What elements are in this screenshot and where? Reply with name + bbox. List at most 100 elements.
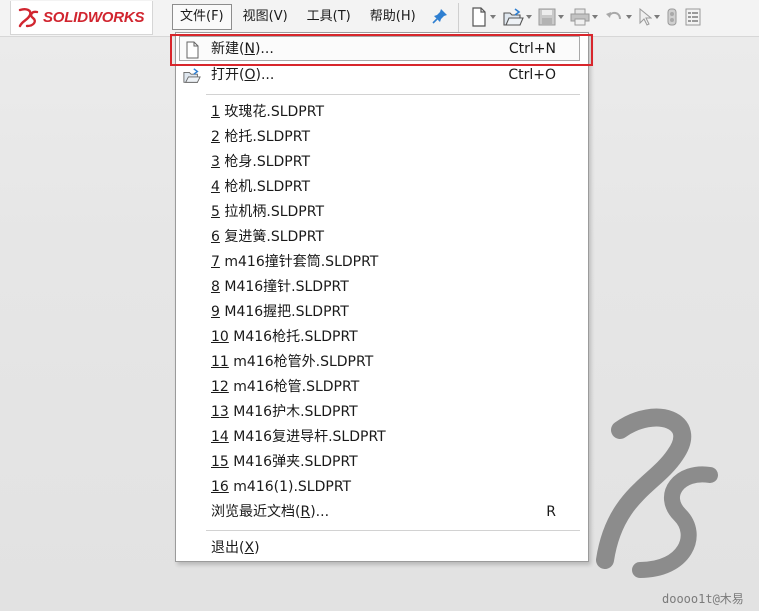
recent-file-label: 3 枪身.SLDPRT (211, 150, 310, 175)
recent-file-number: 5 (211, 204, 220, 220)
new-mnemonic: N (244, 41, 255, 57)
chevron-down-icon[interactable] (592, 15, 598, 19)
recent-file-number: 11 (211, 354, 229, 370)
chevron-down-icon[interactable] (558, 15, 564, 19)
recent-file-number: 7 (211, 254, 220, 270)
chevron-down-icon[interactable] (654, 15, 660, 19)
recent-file-number: 3 (211, 154, 220, 170)
file-menu-dropdown: 新建(N)... Ctrl+N 打开(O)... Ctrl+O 1 玫瑰花.SL… (175, 32, 589, 562)
recent-file-label: 10 M416枪托.SLDPRT (211, 325, 358, 350)
recent-file-item[interactable]: 2 枪托.SLDPRT (176, 125, 588, 150)
exit-text: 退出( (211, 540, 245, 556)
recent-file-name: 复进簧.SLDPRT (219, 229, 324, 245)
open-button[interactable] (502, 7, 532, 27)
menu-item-new-label: 新建(N)... (211, 37, 274, 62)
recent-file-name: M416握把.SLDPRT (219, 304, 349, 320)
exit-label: 退出(X) (211, 536, 260, 561)
recent-file-label: 1 玫瑰花.SLDPRT (211, 100, 324, 125)
menu-bar: 文件(F) 视图(V) 工具(T) 帮助(H) (172, 4, 427, 30)
chevron-down-icon[interactable] (526, 15, 532, 19)
recent-file-number: 12 (211, 379, 229, 395)
menu-item-new[interactable]: 新建(N)... Ctrl+N (176, 37, 588, 62)
menu-item-open-label: 打开(O)... (211, 63, 274, 88)
chevron-down-icon[interactable] (490, 15, 496, 19)
solidworks-logo[interactable]: SOLIDWORKS (10, 1, 153, 35)
recent-file-item[interactable]: 3 枪身.SLDPRT (176, 150, 588, 175)
new-label-text: 新建( (211, 41, 245, 57)
recent-file-item[interactable]: 4 枪机.SLDPRT (176, 175, 588, 200)
recent-file-label: 5 拉机柄.SLDPRT (211, 200, 324, 225)
new-document-icon (186, 41, 199, 59)
recent-file-name: m416枪管外.SLDPRT (228, 354, 374, 370)
menu-view[interactable]: 视图(V) (235, 4, 296, 30)
recent-file-label: 16 m416(1).SLDPRT (211, 475, 351, 500)
recent-file-label: 14 M416复进导杆.SLDPRT (211, 425, 386, 450)
recent-file-number: 13 (211, 404, 229, 420)
recent-file-item[interactable]: 14 M416复进导杆.SLDPRT (176, 425, 588, 450)
recent-file-number: 8 (211, 279, 220, 295)
recent-file-item[interactable]: 11 m416枪管外.SLDPRT (176, 350, 588, 375)
logo-text-works: WORKS (87, 9, 145, 26)
menu-item-new-shortcut: Ctrl+N (508, 41, 556, 57)
recent-file-item[interactable]: 9 M416握把.SLDPRT (176, 300, 588, 325)
recent-file-label: 9 M416握把.SLDPRT (211, 300, 349, 325)
save-button[interactable] (538, 8, 564, 26)
new-document-button[interactable] (470, 7, 496, 27)
recent-file-label: 6 复进簧.SLDPRT (211, 225, 324, 250)
recent-file-name: 玫瑰花.SLDPRT (219, 104, 324, 120)
recent-file-item[interactable]: 6 复进簧.SLDPRT (176, 225, 588, 250)
menu-divider (206, 94, 580, 95)
recent-file-number: 6 (211, 229, 220, 245)
recent-file-item[interactable]: 5 拉机柄.SLDPRT (176, 200, 588, 225)
toolbar-separator (458, 3, 459, 33)
options-button[interactable] (684, 8, 702, 26)
menu-item-open[interactable]: 打开(O)... Ctrl+O (176, 63, 588, 88)
logo-text: SOLIDWORKS (43, 9, 145, 26)
logo-text-solid: SOLID (43, 9, 88, 26)
chevron-down-icon[interactable] (626, 15, 632, 19)
menu-help[interactable]: 帮助(H) (362, 4, 424, 30)
recent-file-label: 2 枪托.SLDPRT (211, 125, 310, 150)
recent-file-number: 1 (211, 104, 220, 120)
recent-file-item[interactable]: 10 M416枪托.SLDPRT (176, 325, 588, 350)
recent-file-name: m416枪管.SLDPRT (228, 379, 360, 395)
browse-recent-suffix: )... (310, 504, 330, 520)
new-document-icon (472, 7, 486, 27)
watermark-text: doooo1t@木易 (662, 592, 744, 606)
recent-file-number: 2 (211, 129, 220, 145)
undo-button[interactable] (604, 8, 632, 26)
menu-item-browse-recent[interactable]: 浏览最近文档(R)... R (176, 500, 588, 525)
recent-file-name: 枪身.SLDPRT (219, 154, 310, 170)
recent-file-item[interactable]: 13 M416护木.SLDPRT (176, 400, 588, 425)
recent-file-label: 13 M416护木.SLDPRT (211, 400, 358, 425)
browse-recent-label: 浏览最近文档(R)... (211, 500, 329, 525)
menu-item-exit[interactable]: 退出(X) (176, 536, 588, 561)
open-label-text: 打开( (211, 67, 245, 83)
recent-file-item[interactable]: 15 M416弹夹.SLDPRT (176, 450, 588, 475)
select-button[interactable] (638, 8, 660, 26)
traffic-light-button[interactable] (666, 8, 678, 26)
recent-file-number: 10 (211, 329, 229, 345)
recent-file-name: m416(1).SLDPRT (228, 479, 352, 495)
ds-logo-icon (18, 7, 39, 27)
menu-file[interactable]: 文件(F) (172, 4, 232, 30)
recent-file-label: 11 m416枪管外.SLDPRT (211, 350, 373, 375)
recent-file-item[interactable]: 12 m416枪管.SLDPRT (176, 375, 588, 400)
print-button[interactable] (570, 8, 598, 26)
cursor-arrow-icon (639, 8, 652, 26)
recent-file-item[interactable]: 8 M416撞针.SLDPRT (176, 275, 588, 300)
recent-file-name: 拉机柄.SLDPRT (219, 204, 324, 220)
recent-file-label: 7 m416撞针套筒.SLDPRT (211, 250, 378, 275)
recent-file-number: 9 (211, 304, 220, 320)
recent-file-item[interactable]: 7 m416撞针套筒.SLDPRT (176, 250, 588, 275)
traffic-light-icon (667, 8, 677, 26)
menu-tools[interactable]: 工具(T) (299, 4, 359, 30)
open-folder-icon (503, 8, 524, 26)
recent-file-label: 15 M416弹夹.SLDPRT (211, 450, 358, 475)
browse-recent-text: 浏览最近文档( (211, 504, 301, 520)
undo-icon (606, 11, 621, 20)
recent-file-item[interactable]: 16 m416(1).SLDPRT (176, 475, 588, 500)
recent-file-number: 16 (211, 479, 229, 495)
pin-icon[interactable] (432, 8, 448, 24)
recent-file-item[interactable]: 1 玫瑰花.SLDPRT (176, 100, 588, 125)
